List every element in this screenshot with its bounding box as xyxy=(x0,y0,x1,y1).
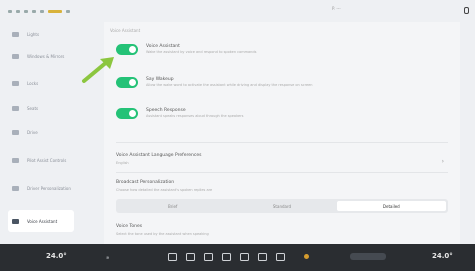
gps-icon xyxy=(66,9,70,13)
broadcast-option-detailed[interactable]: Detailed xyxy=(336,201,446,211)
home-icon[interactable] xyxy=(168,253,177,261)
toggle-desc: Wake the assistant by voice and respond … xyxy=(146,50,257,54)
language-setting-value: English xyxy=(116,161,129,165)
toggle-desc: Allow the wake word to activate the assi… xyxy=(146,83,313,87)
broadcast-option-standard[interactable]: Standard xyxy=(227,201,336,211)
car-icon[interactable] xyxy=(258,253,267,261)
fan-icon[interactable] xyxy=(304,254,309,259)
voice-assistant-toggle[interactable] xyxy=(116,44,138,55)
panel-header: Voice Assistant xyxy=(110,28,141,33)
phone-icon[interactable] xyxy=(222,253,231,261)
divider xyxy=(116,172,448,173)
app-icon[interactable] xyxy=(186,253,195,261)
sidebar-item-voice-assistant[interactable]: Voice Assistant xyxy=(8,210,74,232)
climate-icon[interactable] xyxy=(240,253,249,261)
divider xyxy=(116,142,448,143)
voice-assistant-toggle-row: Voice Assistant Wake the assistant by vo… xyxy=(116,44,256,55)
seat-heat-icon[interactable]: ≋ xyxy=(106,255,109,260)
language-setting-title[interactable]: Voice Assistant Language Preferences xyxy=(116,153,201,158)
voice-tone-desc: Select the tone used by the assistant wh… xyxy=(116,232,209,236)
broadcast-setting-title: Broadcast Personalization xyxy=(116,180,175,185)
sidebar-item-lights[interactable]: Lights xyxy=(12,24,92,44)
bluetooth-icon xyxy=(24,9,28,13)
status-bar: P. --- xyxy=(0,0,475,22)
right-temperature[interactable]: 24.0° xyxy=(432,252,453,260)
broadcast-segmented-control: Brief Standard Detailed xyxy=(116,199,448,213)
voice-icon xyxy=(12,218,19,224)
speech-response-toggle-row: Speech Response Assistant speaks respons… xyxy=(116,108,243,119)
network-icon xyxy=(32,9,36,13)
voice-tone-title: Voice Tones xyxy=(116,224,143,229)
sidebar-item-driver-personalization[interactable]: Driver Personalization xyxy=(12,178,92,198)
notification-badge xyxy=(48,9,62,13)
say-wakeup-toggle-row: Say Wakeup Allow the wake word to activa… xyxy=(116,77,313,88)
mute-icon xyxy=(40,9,44,13)
broadcast-option-brief[interactable]: Brief xyxy=(118,201,227,211)
seat-icon xyxy=(12,105,19,111)
mirror-icon xyxy=(12,53,19,59)
bottom-dock: 24.0° ≋ 24.0° xyxy=(0,244,475,271)
light-icon xyxy=(12,31,19,37)
left-temperature[interactable]: 24.0° xyxy=(46,252,67,260)
chevron-right-icon[interactable]: › xyxy=(442,158,444,165)
lock-icon xyxy=(12,80,19,86)
toggle-desc: Assistant speaks responses aloud through… xyxy=(146,114,244,118)
person-icon xyxy=(12,185,19,191)
wifi-icon xyxy=(16,9,20,13)
speech-response-toggle[interactable] xyxy=(116,108,138,119)
steering-icon xyxy=(12,157,19,163)
user-profile[interactable]: P. --- xyxy=(332,6,341,11)
sidebar-item-drive[interactable]: Drive xyxy=(12,122,92,142)
sidebar-item-seats[interactable]: Seats xyxy=(12,98,92,118)
signal-icon xyxy=(8,9,12,13)
drive-icon xyxy=(12,129,19,135)
power-icon[interactable] xyxy=(464,7,469,14)
say-wakeup-toggle[interactable] xyxy=(116,77,138,88)
settings-panel: Voice Assistant Voice Assistant Wake the… xyxy=(104,22,460,244)
broadcast-setting-desc: Choose how detailed the assistant's spok… xyxy=(116,188,213,192)
media-icon[interactable] xyxy=(204,253,213,261)
sidebar-item-pilot-assist[interactable]: Pilot Assist Controls xyxy=(12,150,92,170)
settings-icon[interactable] xyxy=(276,253,285,261)
volume-control[interactable] xyxy=(350,253,386,260)
pointer-arrow-icon xyxy=(82,57,114,83)
